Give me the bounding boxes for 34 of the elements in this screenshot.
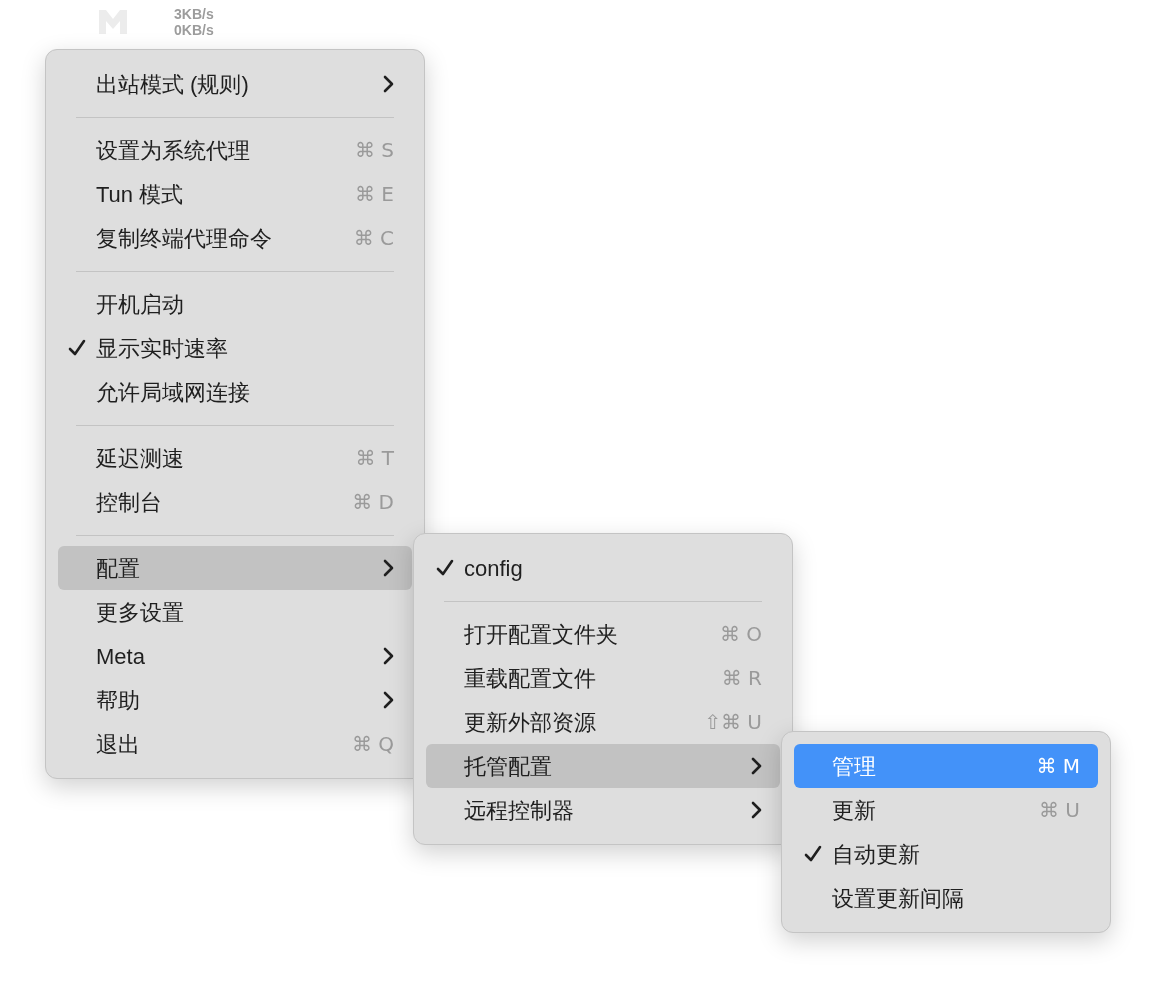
- menu-item[interactable]: config: [426, 546, 780, 590]
- menu-item[interactable]: 退出 ⌘ Q: [58, 722, 412, 766]
- download-speed: 0KB/s: [174, 22, 214, 38]
- menu-item[interactable]: 更新 ⌘ U: [794, 788, 1098, 832]
- chevron-right-icon: [751, 801, 762, 819]
- chevron-right-icon: [383, 559, 394, 577]
- menu-item[interactable]: 自动更新: [794, 832, 1098, 876]
- menu-item[interactable]: 托管配置: [426, 744, 780, 788]
- menu-item[interactable]: 出站模式 (规则): [58, 62, 412, 106]
- chevron-right-icon: [383, 691, 394, 709]
- menu-item[interactable]: 延迟测速 ⌘ T: [58, 436, 412, 480]
- menu-item[interactable]: Meta: [58, 634, 412, 678]
- menu-item[interactable]: Tun 模式 ⌘ E: [58, 172, 412, 216]
- menu-item[interactable]: 远程控制器: [426, 788, 780, 832]
- menu-item[interactable]: 重载配置文件 ⌘ R: [426, 656, 780, 700]
- menu-item[interactable]: 更新外部资源 ⇧⌘ U: [426, 700, 780, 744]
- menu-item[interactable]: 更多设置: [58, 590, 412, 634]
- menu-item[interactable]: 控制台 ⌘ D: [58, 480, 412, 524]
- menu-item[interactable]: 设置更新间隔: [794, 876, 1098, 920]
- menu-item[interactable]: 复制终端代理命令 ⌘ C: [58, 216, 412, 260]
- menu-item[interactable]: 显示实时速率: [58, 326, 412, 370]
- menu-item[interactable]: 打开配置文件夹 ⌘ O: [426, 612, 780, 656]
- menu-item[interactable]: 开机启动: [58, 282, 412, 326]
- menu-item[interactable]: 帮助: [58, 678, 412, 722]
- menu-item[interactable]: 配置: [58, 546, 412, 590]
- checkmark-icon: [804, 845, 822, 863]
- chevron-right-icon: [383, 75, 394, 93]
- chevron-right-icon: [383, 647, 394, 665]
- checkmark-icon: [68, 339, 86, 357]
- menu-item[interactable]: 允许局域网连接: [58, 370, 412, 414]
- chevron-right-icon: [751, 757, 762, 775]
- checkmark-icon: [436, 559, 454, 577]
- menu-item[interactable]: 设置为系统代理 ⌘ S: [58, 128, 412, 172]
- upload-speed: 3KB/s: [174, 6, 214, 22]
